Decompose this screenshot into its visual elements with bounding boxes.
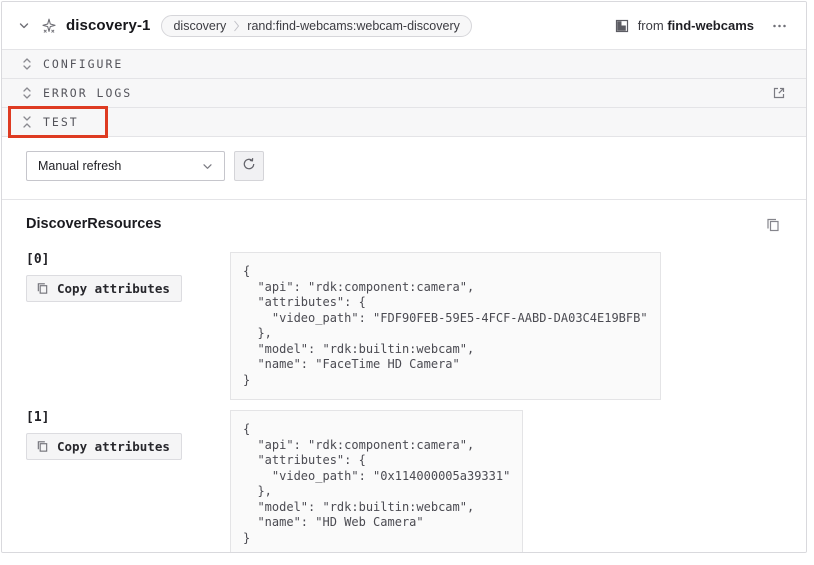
copy-icon[interactable]: [764, 216, 782, 234]
component-header: discovery-1 discovery rand:find-webcams:…: [2, 2, 806, 49]
badge-type: discovery: [173, 19, 226, 33]
external-link-icon[interactable]: [772, 86, 786, 100]
result-item: [1] Copy attributes { "api": "rdk:compon…: [26, 410, 782, 553]
copy-attributes-label: Copy attributes: [57, 439, 170, 454]
copy-attributes-label: Copy attributes: [57, 281, 170, 296]
result-item: [0] Copy attributes { "api": "rdk:compon…: [26, 252, 782, 400]
copy-icon: [36, 440, 49, 453]
unfold-icon: [22, 56, 32, 72]
section-configure-label: CONFIGURE: [43, 57, 123, 71]
refresh-mode-select[interactable]: Manual refresh: [26, 151, 225, 181]
test-panel: Manual refresh DiscoverResources: [2, 136, 806, 553]
section-error-logs-label: ERROR LOGS: [43, 86, 132, 100]
fragment-source-name: find-webcams: [667, 18, 754, 33]
fold-icon: [22, 114, 32, 130]
breadcrumb-separator-icon: [233, 19, 240, 33]
refresh-controls: Manual refresh: [2, 137, 806, 190]
discover-resources-panel: DiscoverResources [0]: [2, 200, 806, 553]
fragment-icon: [615, 19, 629, 33]
badge-model: rand:find-webcams:webcam-discovery: [247, 19, 460, 33]
refresh-button[interactable]: [234, 151, 264, 181]
section-test-label: TEST: [43, 115, 79, 129]
refresh-mode-value: Manual refresh: [38, 159, 121, 173]
ellipsis-menu-icon[interactable]: [769, 16, 790, 36]
method-title: DiscoverResources: [26, 216, 161, 232]
result-json-block: { "api": "rdk:component:camera", "attrib…: [230, 410, 523, 553]
copy-attributes-button[interactable]: Copy attributes: [26, 433, 182, 460]
copy-attributes-button[interactable]: Copy attributes: [26, 275, 182, 302]
section-test[interactable]: TEST: [2, 107, 806, 136]
unfold-icon: [22, 85, 32, 101]
result-json-block: { "api": "rdk:component:camera", "attrib…: [230, 252, 661, 400]
chevron-down-icon: [202, 161, 213, 172]
copy-icon: [36, 282, 49, 295]
component-card: discovery-1 discovery rand:find-webcams:…: [1, 1, 807, 553]
result-index-label: [0]: [26, 252, 230, 267]
fragment-source-label: from find-webcams: [638, 18, 754, 33]
section-configure[interactable]: CONFIGURE: [2, 49, 806, 78]
refresh-icon: [242, 157, 256, 176]
component-name: discovery-1: [66, 17, 150, 34]
section-error-logs[interactable]: ERROR LOGS: [2, 78, 806, 107]
discovery-sparkle-icon: [41, 18, 57, 34]
collapse-card-chevron-down-icon[interactable]: [16, 18, 32, 34]
result-index-label: [1]: [26, 410, 230, 425]
model-breadcrumb-badge: discovery rand:find-webcams:webcam-disco…: [161, 15, 471, 37]
